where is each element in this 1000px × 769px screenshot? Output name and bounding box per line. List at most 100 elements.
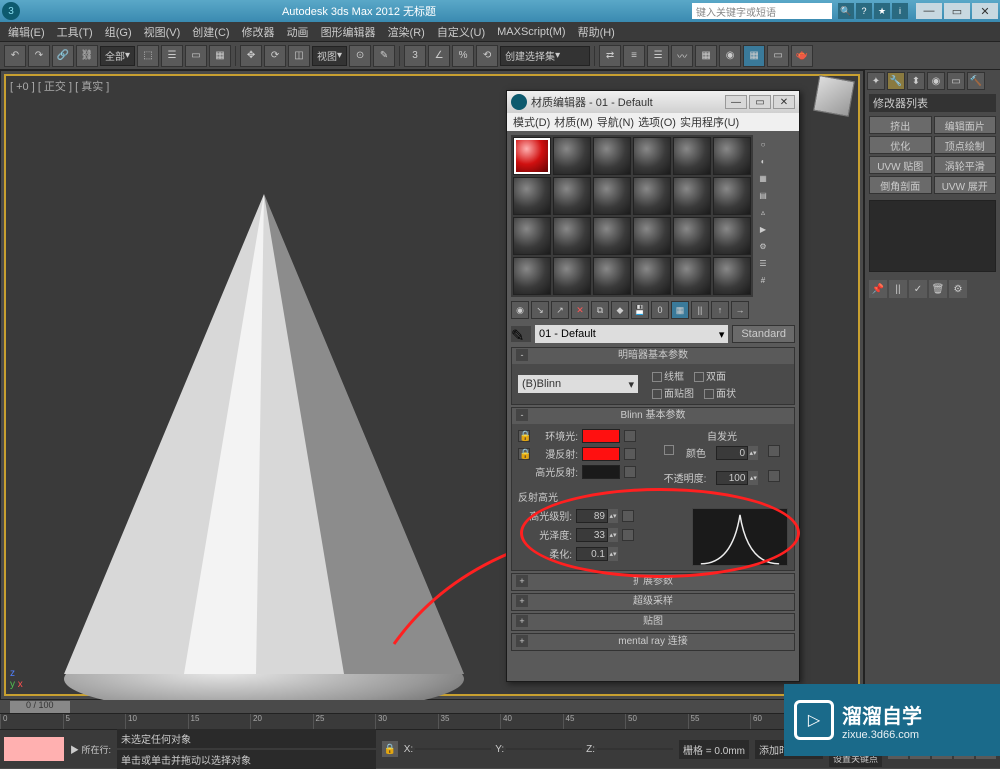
put-to-scene-icon[interactable]: ↘ (531, 301, 549, 319)
material-slot[interactable] (673, 217, 711, 255)
video-check-icon[interactable]: ▵ (755, 205, 771, 219)
wire-checkbox[interactable] (652, 372, 662, 382)
material-slot[interactable] (713, 137, 751, 175)
ref-coord-dropdown[interactable]: 视图 ▾ (312, 46, 347, 66)
show-end-result-icon[interactable]: || (691, 301, 709, 319)
rollout-header[interactable]: -Blinn 基本参数 (512, 408, 794, 424)
pick-material-icon[interactable]: ✎ (511, 326, 531, 342)
material-slot[interactable] (593, 217, 631, 255)
matid-channel-icon[interactable]: 0 (651, 301, 669, 319)
snap-toggle[interactable]: 3 (404, 45, 426, 67)
pivot-button[interactable]: ⊙ (349, 45, 371, 67)
matid-icon[interactable]: # (755, 273, 771, 287)
material-slot[interactable] (633, 257, 671, 295)
make-unique-mat-icon[interactable]: ◆ (611, 301, 629, 319)
background-icon[interactable]: ▦ (755, 171, 771, 185)
material-slot[interactable] (673, 177, 711, 215)
mat-menu-material[interactable]: 材质(M) (554, 114, 593, 130)
material-slot-1[interactable] (513, 137, 551, 175)
spinner-snap[interactable]: ⟲ (476, 45, 498, 67)
material-slot[interactable] (673, 257, 711, 295)
menu-tools[interactable]: 工具(T) (53, 24, 97, 40)
sample-uv-icon[interactable]: ▤ (755, 188, 771, 202)
mod-btn-uvwunwrap[interactable]: UVW 展开 (934, 176, 997, 194)
mirror-button[interactable]: ⇄ (599, 45, 621, 67)
rotate-button[interactable]: ⟳ (264, 45, 286, 67)
self-illum-spinner[interactable]: 0 (716, 446, 748, 460)
menu-edit[interactable]: 编辑(E) (4, 24, 49, 40)
select-name-button[interactable]: ☰ (161, 45, 183, 67)
remove-mod-icon[interactable]: 🗑 (929, 280, 947, 298)
material-slot[interactable] (593, 257, 631, 295)
window-crossing-button[interactable]: ▦ (209, 45, 231, 67)
diffuse-map-button[interactable] (624, 448, 636, 460)
tab-modify[interactable]: 🔧 (887, 72, 905, 90)
material-slot[interactable] (553, 257, 591, 295)
render-button[interactable]: 🫖 (791, 45, 813, 67)
menu-customize[interactable]: 自定义(U) (433, 24, 489, 40)
menu-create[interactable]: 创建(C) (188, 24, 233, 40)
named-selection-dropdown[interactable]: 创建选择集 ▾ (500, 46, 590, 66)
soften-spinner[interactable]: 0.1 (576, 547, 608, 561)
mod-btn-extrude[interactable]: 挤出 (869, 116, 932, 134)
mat-minimize-button[interactable]: — (725, 95, 747, 109)
render-frame-button[interactable]: ▭ (767, 45, 789, 67)
material-slot[interactable] (713, 217, 751, 255)
specular-level-spinner[interactable]: 89 (576, 509, 608, 523)
select-button[interactable]: ⬚ (137, 45, 159, 67)
reset-map-icon[interactable]: ✕ (571, 301, 589, 319)
self-illum-color-checkbox[interactable] (664, 445, 674, 455)
ambient-map-button[interactable] (624, 430, 636, 442)
mat-menu-options[interactable]: 选项(O) (638, 114, 676, 130)
select-region-button[interactable]: ▭ (185, 45, 207, 67)
mod-btn-turbosmooth[interactable]: 涡轮平滑 (934, 156, 997, 174)
material-slot[interactable] (513, 177, 551, 215)
material-slot[interactable] (713, 177, 751, 215)
lock-diffuse-icon[interactable]: 🔒 (518, 448, 530, 460)
tab-motion[interactable]: ◉ (927, 72, 945, 90)
go-parent-icon[interactable]: ↑ (711, 301, 729, 319)
mod-btn-optimize[interactable]: 优化 (869, 136, 932, 154)
material-slot[interactable] (553, 137, 591, 175)
show-end-icon[interactable]: || (889, 280, 907, 298)
material-slot[interactable] (513, 257, 551, 295)
mod-btn-bevel[interactable]: 倒角剖面 (869, 176, 932, 194)
material-editor-titlebar[interactable]: 材质编辑器 - 01 - Default — ▭ ✕ (507, 91, 799, 113)
menu-bar[interactable]: 编辑(E) 工具(T) 组(G) 视图(V) 创建(C) 修改器 动画 图形编辑… (0, 22, 1000, 42)
material-slot[interactable] (633, 177, 671, 215)
close-button[interactable]: ✕ (972, 3, 998, 19)
menu-modifiers[interactable]: 修改器 (238, 24, 279, 40)
rollout-header[interactable]: -明暗器基本参数 (512, 348, 794, 364)
shader-dropdown[interactable]: (B)Blinn▾ (518, 375, 638, 393)
unlink-button[interactable]: ⛓ (76, 45, 98, 67)
viewcube[interactable] (810, 72, 860, 122)
material-editor-button[interactable]: ◉ (719, 45, 741, 67)
select-by-mat-icon[interactable]: ☰ (755, 256, 771, 270)
mat-close-button[interactable]: ✕ (773, 95, 795, 109)
tab-utilities[interactable]: 🔨 (967, 72, 985, 90)
gloss-map-button[interactable] (622, 529, 634, 541)
diffuse-color-swatch[interactable] (582, 447, 620, 461)
percent-snap[interactable]: % (452, 45, 474, 67)
curve-editor-button[interactable]: 〰 (671, 45, 693, 67)
spec-level-map-button[interactable] (622, 510, 634, 522)
ambient-color-swatch[interactable] (582, 429, 620, 443)
coord-z-field[interactable] (597, 748, 673, 750)
menu-group[interactable]: 组(G) (101, 24, 136, 40)
manip-button[interactable]: ✎ (373, 45, 395, 67)
selection-filter-dropdown[interactable]: 全部 ▾ (100, 46, 135, 66)
redo-button[interactable]: ↷ (28, 45, 50, 67)
align-button[interactable]: ≡ (623, 45, 645, 67)
facemap-checkbox[interactable] (652, 389, 662, 399)
make-unique-icon[interactable]: ✓ (909, 280, 927, 298)
help-icon[interactable]: ? (856, 3, 872, 19)
put-to-lib-icon[interactable]: 💾 (631, 301, 649, 319)
menu-help[interactable]: 帮助(H) (574, 24, 619, 40)
link-button[interactable]: 🔗 (52, 45, 74, 67)
specular-map-button[interactable] (624, 466, 636, 478)
tab-display[interactable]: ▭ (947, 72, 965, 90)
mod-btn-editpatch[interactable]: 编辑面片 (934, 116, 997, 134)
mat-menu-mode[interactable]: 模式(D) (513, 114, 550, 130)
search-input[interactable]: 键入关键字或短语 (692, 3, 832, 19)
coord-x-field[interactable] (415, 748, 491, 750)
